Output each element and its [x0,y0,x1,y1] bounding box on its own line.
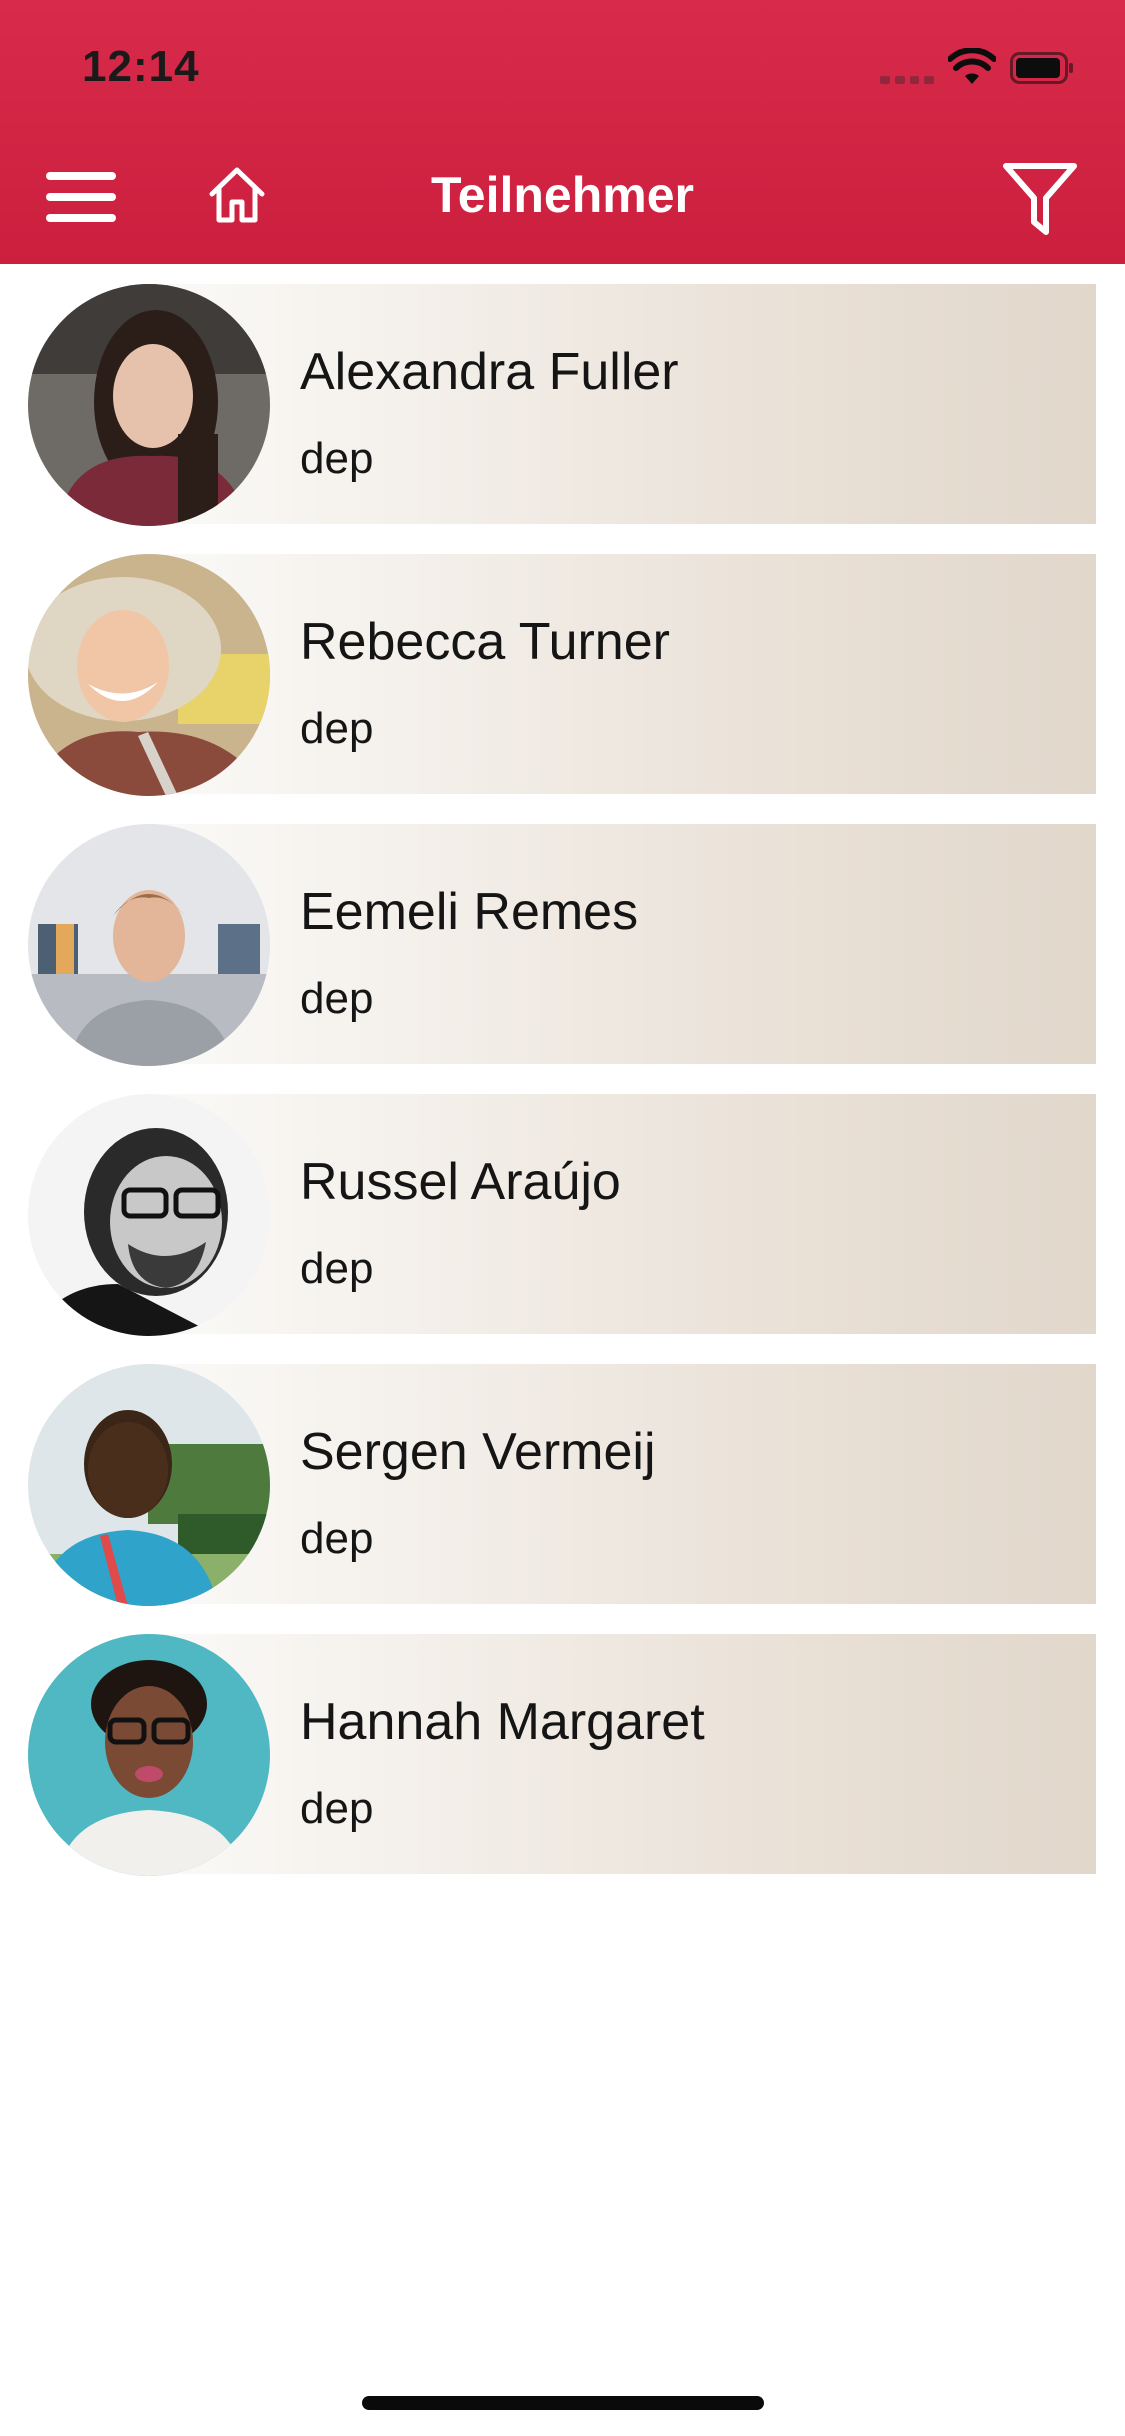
page-title: Teilnehmer [430,167,695,223]
participant-department: dep [300,434,374,483]
row-background [148,1634,1096,1874]
participant-name: Russel Araújo [300,1153,621,1211]
filter-funnel-icon [1003,163,1077,235]
cellular-signal-icon [880,76,934,84]
avatar [28,1364,270,1606]
status-time: 12:14 [82,42,200,91]
battery-icon [1010,52,1073,84]
home-icon [209,167,265,223]
participant-row[interactable]: Alexandra Fuller dep [28,264,1096,526]
avatar [28,824,270,1066]
wifi-icon [948,48,996,84]
home-indicator[interactable] [362,2396,764,2410]
row-background [148,554,1096,794]
avatar [28,554,270,796]
participant-name: Hannah Margaret [300,1693,705,1751]
participant-row[interactable]: Russel Araújo dep [28,1074,1096,1336]
row-background [148,284,1096,524]
row-background [148,1364,1096,1604]
participant-row[interactable]: Sergen Vermeij dep [28,1344,1096,1606]
avatar [28,1094,270,1336]
participant-department: dep [300,974,374,1023]
participant-name: Eemeli Remes [300,883,639,941]
hamburger-menu-icon [46,172,116,180]
avatar [28,284,270,526]
participant-name: Sergen Vermeij [300,1423,656,1481]
participant-row[interactable]: Rebecca Turner dep [28,534,1096,796]
participant-department: dep [300,704,374,753]
menu-button[interactable] [46,172,116,222]
avatar [28,1634,270,1876]
row-background [148,824,1096,1064]
participant-row[interactable]: Eemeli Remes dep [28,804,1096,1066]
participant-department: dep [300,1244,374,1293]
row-background [148,1094,1096,1334]
participant-name: Alexandra Fuller [300,343,679,401]
participant-name: Rebecca Turner [300,613,670,671]
home-button[interactable] [206,164,268,224]
filter-button[interactable] [1000,158,1080,238]
participant-department: dep [300,1784,374,1833]
participant-department: dep [300,1514,374,1563]
participant-row[interactable]: Hannah Margaret dep [28,1614,1096,1876]
app-header: 12:14 Teilnehmer [0,0,1125,264]
